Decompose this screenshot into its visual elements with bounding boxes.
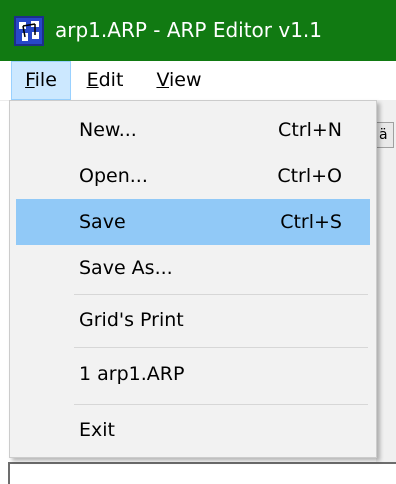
menu-item-new-shortcut: Ctrl+N [278, 119, 342, 141]
menu-item-save-as[interactable]: Save As... [16, 245, 370, 291]
menu-file-label-rest: ile [34, 69, 57, 91]
toolbar-button-partial[interactable]: ä [376, 122, 394, 148]
menu-item-open-shortcut: Ctrl+O [277, 165, 342, 187]
menu-item-grids-print-label: Grid's Print [79, 309, 184, 331]
menu-item-recent-file-label: 1 arp1.ARP [79, 363, 185, 385]
menu-item-exit-label: Exit [79, 419, 115, 441]
menu-item-save-label: Save [79, 211, 126, 233]
menu-item-save-shortcut: Ctrl+S [280, 211, 342, 233]
menu-view-mnemonic: V [156, 69, 170, 91]
menu-item-new-label: New... [79, 119, 137, 141]
menu-item-save-as-label: Save As... [79, 257, 173, 279]
menu-item-exit[interactable]: Exit [16, 407, 370, 453]
window-background [376, 100, 396, 484]
menu-view[interactable]: View [150, 61, 208, 100]
menu-item-save[interactable]: Save Ctrl+S [16, 199, 370, 245]
toolbar-icon: ä [379, 127, 388, 143]
menu-item-open[interactable]: Open... Ctrl+O [16, 153, 370, 199]
menu-bar: File Edit View [0, 61, 396, 101]
app-icon [14, 16, 44, 46]
grid-area-edge [8, 462, 396, 484]
menu-view-label-rest: iew [169, 69, 202, 91]
file-menu-dropdown: New... Ctrl+N Open... Ctrl+O Save Ctrl+S… [9, 100, 377, 458]
app-window: arp1.ARP - ARP Editor v1.1 File Edit Vie… [0, 0, 396, 484]
title-bar[interactable]: arp1.ARP - ARP Editor v1.1 [0, 0, 396, 61]
menu-item-open-label: Open... [79, 165, 148, 187]
menu-separator [74, 347, 368, 348]
menu-separator [74, 404, 368, 405]
window-title: arp1.ARP - ARP Editor v1.1 [55, 18, 323, 42]
menu-item-recent-file[interactable]: 1 arp1.ARP [16, 351, 370, 397]
menu-edit-mnemonic: E [86, 69, 99, 91]
menu-separator [74, 294, 368, 295]
menu-file[interactable]: File [11, 61, 71, 100]
menu-item-grids-print[interactable]: Grid's Print [16, 297, 370, 343]
menu-edit-label-rest: dit [98, 69, 124, 91]
menu-item-new[interactable]: New... Ctrl+N [16, 107, 370, 153]
menu-file-mnemonic: F [25, 69, 35, 91]
menu-edit[interactable]: Edit [80, 61, 130, 100]
